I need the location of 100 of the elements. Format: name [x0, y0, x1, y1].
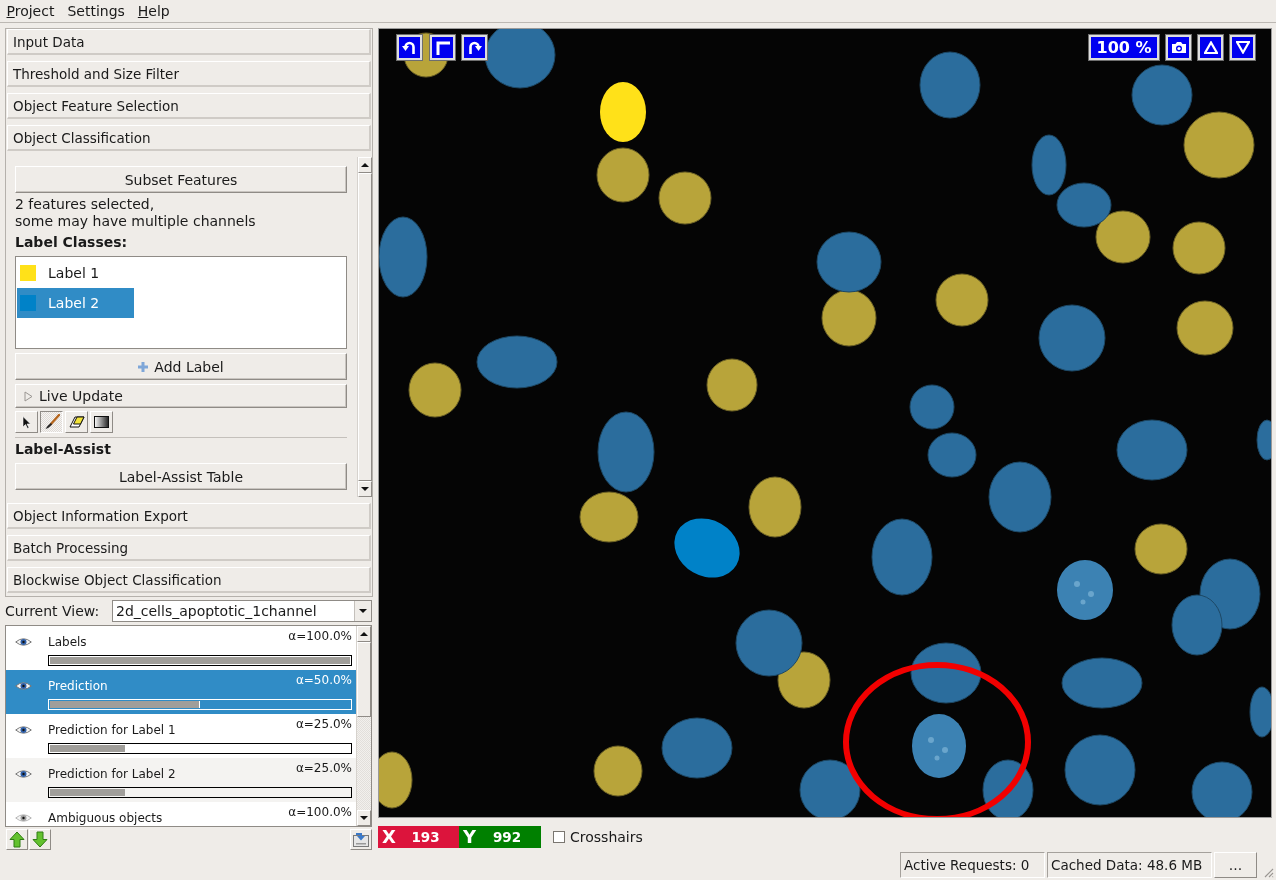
- cell: [821, 289, 877, 347]
- view-dropdown[interactable]: 2d_cells_apoptotic_1channel: [112, 600, 372, 622]
- eye-icon[interactable]: [15, 769, 32, 779]
- move-down-button[interactable]: [29, 829, 51, 850]
- scroll-down-button[interactable]: [357, 810, 371, 826]
- snapshot-button[interactable]: [1166, 35, 1191, 60]
- cell: [1183, 111, 1255, 179]
- cell: [982, 759, 1034, 817]
- labeled-cell: [674, 518, 740, 578]
- applet-header[interactable]: Object Information Export: [7, 503, 371, 529]
- axis-label: Y: [462, 826, 478, 848]
- scrollbar[interactable]: [356, 626, 371, 826]
- cell: [909, 384, 955, 430]
- active-requests-label: Active Requests: 0: [900, 852, 1045, 878]
- cell: [1172, 221, 1226, 275]
- crosshairs-checkbox[interactable]: [553, 831, 565, 843]
- label-item[interactable]: Label 1: [17, 258, 134, 288]
- layer-tool-button[interactable]: [350, 829, 372, 850]
- label-assist-table-button[interactable]: Label-Assist Table: [15, 463, 347, 490]
- cell: [927, 432, 977, 478]
- cell: [777, 651, 831, 709]
- rotate-left-button[interactable]: [397, 35, 422, 60]
- caret-down-icon: [361, 487, 369, 491]
- more-button[interactable]: ...: [1214, 852, 1257, 878]
- scroll-up-button[interactable]: [357, 626, 371, 642]
- cell: [658, 171, 712, 225]
- applet-header[interactable]: Blockwise Object Classification: [7, 567, 371, 593]
- applet-header[interactable]: Batch Processing: [7, 535, 371, 561]
- layer-opacity: α=25.0%: [295, 716, 352, 733]
- cell: [661, 717, 733, 779]
- opacity-slider[interactable]: [48, 787, 352, 798]
- triangle-down-icon: [1235, 41, 1250, 54]
- plus-icon: [138, 361, 149, 372]
- eye-icon[interactable]: [15, 681, 32, 691]
- cell: [1256, 419, 1271, 461]
- cell: [1171, 594, 1223, 656]
- labeled-cell: [600, 82, 646, 142]
- triangle-right-icon: [24, 390, 33, 402]
- cell: [1131, 64, 1193, 126]
- rotate-right-button[interactable]: [462, 35, 487, 60]
- pointer-icon: [22, 415, 31, 429]
- live-update-button[interactable]: Live Update: [15, 384, 347, 408]
- subset-features-button[interactable]: Subset Features: [15, 166, 347, 193]
- cell: [596, 147, 650, 203]
- caret-up-icon: [361, 163, 369, 167]
- add-label-button[interactable]: Add Label: [15, 353, 347, 380]
- up-button[interactable]: [1198, 35, 1223, 60]
- layer-name: Prediction for Label 2: [48, 766, 177, 783]
- applet-header[interactable]: Threshold and Size Filter: [7, 61, 371, 87]
- down-button[interactable]: [1230, 35, 1255, 60]
- layer-name: Prediction for Label 1: [48, 722, 177, 739]
- cell: [799, 759, 861, 817]
- coordinate-value: 992: [491, 829, 523, 845]
- applet-header[interactable]: Input Data: [7, 29, 371, 55]
- layer-opacity: α=100.0%: [288, 628, 352, 645]
- tool-button[interactable]: [40, 411, 63, 433]
- fit-button[interactable]: [430, 35, 455, 60]
- opacity-slider[interactable]: [48, 743, 352, 754]
- layer-opacity: α=25.0%: [295, 760, 352, 777]
- cell: [735, 609, 803, 677]
- cell: [1095, 210, 1151, 264]
- cell: [1249, 686, 1271, 738]
- cell: [408, 362, 462, 418]
- applet-header[interactable]: Object Classification: [7, 125, 371, 151]
- cell: [988, 461, 1052, 533]
- caret-down-icon: [360, 816, 368, 820]
- label-item[interactable]: Label 2: [17, 288, 134, 318]
- layer-row[interactable]: Prediction α=50.0%: [6, 670, 356, 714]
- cell: [706, 358, 758, 412]
- eye-icon[interactable]: [15, 725, 32, 735]
- layer-row[interactable]: Prediction for Label 2 α=25.0%: [6, 758, 356, 802]
- scroll-down-button[interactable]: [358, 481, 372, 497]
- applet-header[interactable]: Object Feature Selection: [7, 93, 371, 119]
- scroll-up-button[interactable]: [358, 157, 372, 173]
- eye-icon[interactable]: [15, 813, 32, 823]
- scrollbar-thumb[interactable]: [358, 173, 372, 481]
- cell: [935, 273, 989, 327]
- cell: [1116, 419, 1188, 481]
- axis-label: X: [381, 826, 397, 848]
- layer-name: Labels: [48, 634, 88, 651]
- triangle-up-icon: [1203, 41, 1218, 54]
- crosshairs-label: Crosshairs: [570, 829, 643, 845]
- arrow-up-icon: [9, 831, 25, 848]
- label-assist-heading: Label-Assist: [15, 441, 112, 458]
- camera-icon: [1170, 41, 1187, 54]
- eraser-icon: [68, 416, 85, 428]
- layer-name: Ambiguous objects: [48, 810, 164, 826]
- menu-item[interactable]: Project: [0, 1, 61, 21]
- cell: [1191, 761, 1253, 817]
- current-view-label: Current View:: [5, 603, 100, 619]
- eye-icon[interactable]: [15, 637, 32, 647]
- label-classes-heading: Label Classes:: [15, 234, 129, 251]
- scrollbar[interactable]: [357, 157, 372, 497]
- coordinate-value: 193: [410, 829, 441, 845]
- move-up-button[interactable]: [6, 829, 28, 850]
- cell: [1057, 560, 1113, 620]
- menu-item[interactable]: Settings: [60, 1, 132, 21]
- scrollbar-thumb[interactable]: [357, 642, 371, 717]
- zoom-level: 100 %: [1089, 35, 1159, 60]
- menu-item[interactable]: Help: [131, 1, 177, 21]
